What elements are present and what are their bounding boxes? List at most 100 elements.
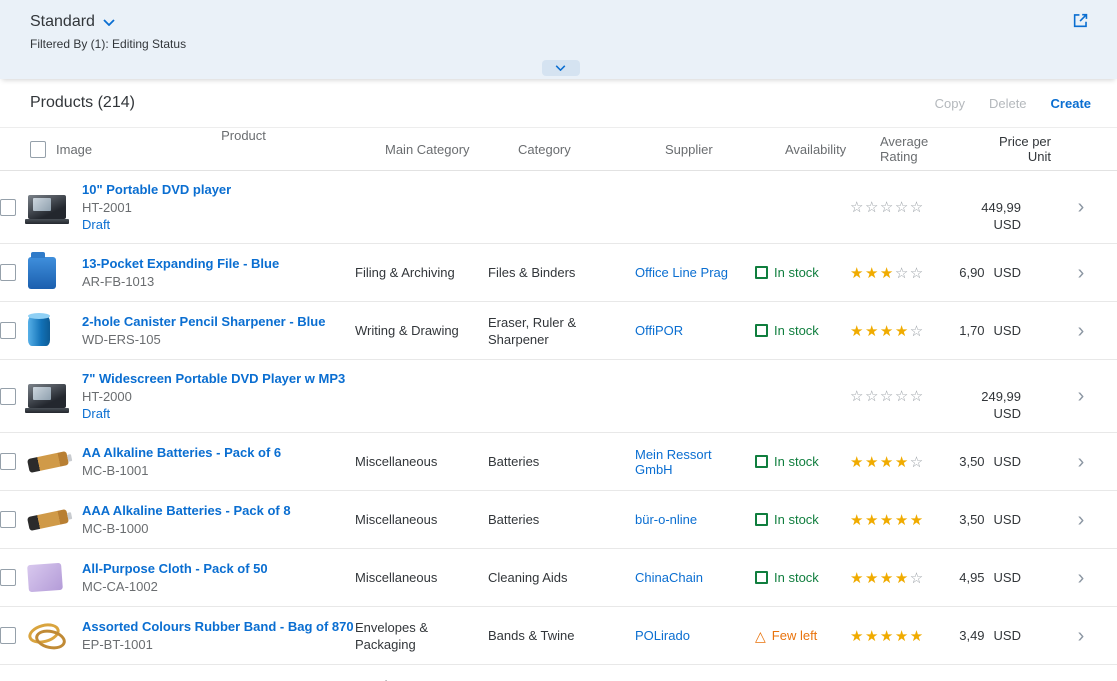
row-checkbox[interactable] [0, 453, 16, 470]
chevron-right-icon[interactable]: › [1078, 452, 1085, 472]
availability-status: In stock [755, 254, 850, 291]
category-text: Cleaning Aids [488, 559, 635, 596]
product-id: MC-B-1000 [82, 521, 148, 537]
price-currency: USD [994, 216, 1021, 233]
variant-selector[interactable]: Standard [30, 13, 115, 31]
table-row[interactable]: 13-Pocket Expanding File - Blue AR-FB-10… [0, 244, 1117, 302]
products-list-page: Standard Filtered By (1): Editing Status [0, 0, 1117, 681]
product-name-link[interactable]: 10" Portable DVD player [82, 181, 231, 199]
availability-text: In stock [774, 512, 819, 527]
share-button[interactable] [1070, 10, 1091, 34]
share-icon [1072, 17, 1089, 32]
product-name-link[interactable]: 13-Pocket Expanding File - Blue [82, 255, 279, 273]
availability-text: In stock [774, 265, 819, 280]
average-rating-stars: ☆☆☆☆☆ [850, 181, 945, 233]
product-name-link[interactable]: 2-hole Canister Pencil Sharpener - Blue [82, 313, 325, 331]
delete-button[interactable]: Delete [989, 96, 1027, 111]
table-row[interactable]: 7" Widescreen Portable DVD Player w MP3 … [0, 360, 1117, 433]
chevron-right-icon[interactable]: › [1078, 321, 1085, 341]
availability-icon [755, 455, 768, 468]
table-row[interactable]: 10" Portable DVD player HT-2001 Draft ☆☆… [0, 171, 1117, 244]
category-text: Eraser, Ruler & Sharpener [488, 312, 635, 349]
table-row[interactable]: 2-hole Canister Pencil Sharpener - Blue … [0, 302, 1117, 360]
product-name-link[interactable]: Assorted Colours Rubber Band - Bag of 87… [82, 618, 354, 636]
filter-summary[interactable]: Filtered By (1): Editing Status [30, 37, 1091, 53]
main-category-text: Miscellaneous [355, 443, 488, 480]
product-name-link[interactable]: AA Alkaline Batteries - Pack of 6 [82, 444, 281, 462]
row-checkbox[interactable] [0, 388, 16, 405]
copy-button[interactable]: Copy [935, 96, 965, 111]
price-per-unit [945, 675, 1045, 681]
product-id: HT-2000 [82, 389, 132, 405]
product-name-link[interactable]: 7" Widescreen Portable DVD Player w MP3 [82, 370, 345, 388]
table-row[interactable]: All-Purpose Cloth - Pack of 50 MC-CA-100… [0, 549, 1117, 607]
average-rating-stars: ★★★★☆ [850, 443, 945, 480]
chevron-down-icon [103, 19, 115, 26]
main-category-text: Envelopes & Packaging [355, 675, 488, 681]
product-id: EP-BT-1001 [82, 637, 153, 653]
row-checkbox[interactable] [0, 322, 16, 339]
create-button[interactable]: Create [1051, 96, 1091, 111]
product-id: MC-B-1001 [82, 463, 148, 479]
product-image [28, 316, 50, 346]
price-per-unit: 1,70 USD [945, 312, 1045, 349]
supplier-link[interactable]: POLirado [635, 628, 690, 643]
price-per-unit: 3,50 USD [945, 443, 1045, 480]
chevron-right-icon[interactable]: › [1078, 263, 1085, 283]
average-rating-stars: ★★★★★ [850, 617, 945, 654]
chevron-right-icon[interactable]: › [1078, 386, 1085, 406]
average-rating-stars: ★★★★☆ [850, 312, 945, 349]
chevron-right-icon[interactable]: › [1078, 197, 1085, 217]
supplier-link[interactable]: Office Line Prag [635, 265, 728, 280]
availability-status [755, 181, 850, 233]
chevron-right-icon[interactable]: › [1078, 510, 1085, 530]
main-category-text: Writing & Drawing [355, 312, 488, 349]
supplier-link[interactable]: Mein Ressort GmbH [635, 447, 745, 477]
price-per-unit: 3,49 USD [945, 617, 1045, 654]
average-rating-stars: ★★★★★ [850, 501, 945, 538]
product-draft-status: Draft [82, 406, 110, 422]
row-checkbox[interactable] [0, 627, 16, 644]
row-checkbox[interactable] [0, 264, 16, 281]
product-name-link[interactable]: AAA Alkaline Batteries - Pack of 8 [82, 502, 291, 520]
page-header-shell: Standard Filtered By (1): Editing Status [0, 0, 1117, 79]
price-amount: 3,50 [959, 454, 984, 469]
supplier-link[interactable]: ChinaChain [635, 570, 703, 585]
column-header-image: Image [56, 128, 112, 170]
row-checkbox[interactable] [0, 199, 16, 216]
average-rating-stars: ★★★☆☆ [850, 254, 945, 291]
chevron-right-icon[interactable]: › [1078, 626, 1085, 646]
table-row[interactable]: Black Bottom Paper Carrier - Pack of 250… [0, 665, 1117, 681]
category-text: Files & Binders [488, 254, 635, 291]
table-row[interactable]: AA Alkaline Batteries - Pack of 6 MC-B-1… [0, 433, 1117, 491]
supplier-link[interactable]: bür-o-nline [635, 512, 697, 527]
product-name-link[interactable]: All-Purpose Cloth - Pack of 50 [82, 560, 268, 578]
category-text: Batteries [488, 443, 635, 480]
product-image [28, 384, 66, 408]
price-per-unit: 249,99 USD [945, 370, 1045, 422]
table-body: 10" Portable DVD player HT-2001 Draft ☆☆… [0, 171, 1117, 681]
product-image [27, 450, 69, 472]
availability-icon [755, 629, 766, 643]
column-header-row: Image Product Main Category Category Sup… [0, 128, 1117, 171]
price-per-unit: 6,90 USD [945, 254, 1045, 291]
average-rating-stars: ★★★★☆ [850, 559, 945, 596]
availability-text: In stock [774, 454, 819, 469]
table-row[interactable]: AAA Alkaline Batteries - Pack of 8 MC-B-… [0, 491, 1117, 549]
availability-status: In stock [755, 312, 850, 349]
select-all-checkbox[interactable] [30, 141, 46, 158]
price-currency: USD [994, 323, 1021, 338]
collapse-header-button[interactable] [542, 60, 580, 76]
row-checkbox[interactable] [0, 511, 16, 528]
chevron-right-icon[interactable]: › [1078, 568, 1085, 588]
row-checkbox[interactable] [0, 569, 16, 586]
price-amount: 3,49 [959, 628, 984, 643]
product-image [28, 257, 56, 289]
supplier-link[interactable]: OffiPOR [635, 323, 683, 338]
price-currency: USD [994, 454, 1021, 469]
main-category-text: Miscellaneous [355, 559, 488, 596]
column-header-category: Category [518, 128, 665, 170]
table-row[interactable]: Assorted Colours Rubber Band - Bag of 87… [0, 607, 1117, 665]
price-amount: 249,99 [981, 388, 1021, 405]
price-currency: USD [994, 512, 1021, 527]
